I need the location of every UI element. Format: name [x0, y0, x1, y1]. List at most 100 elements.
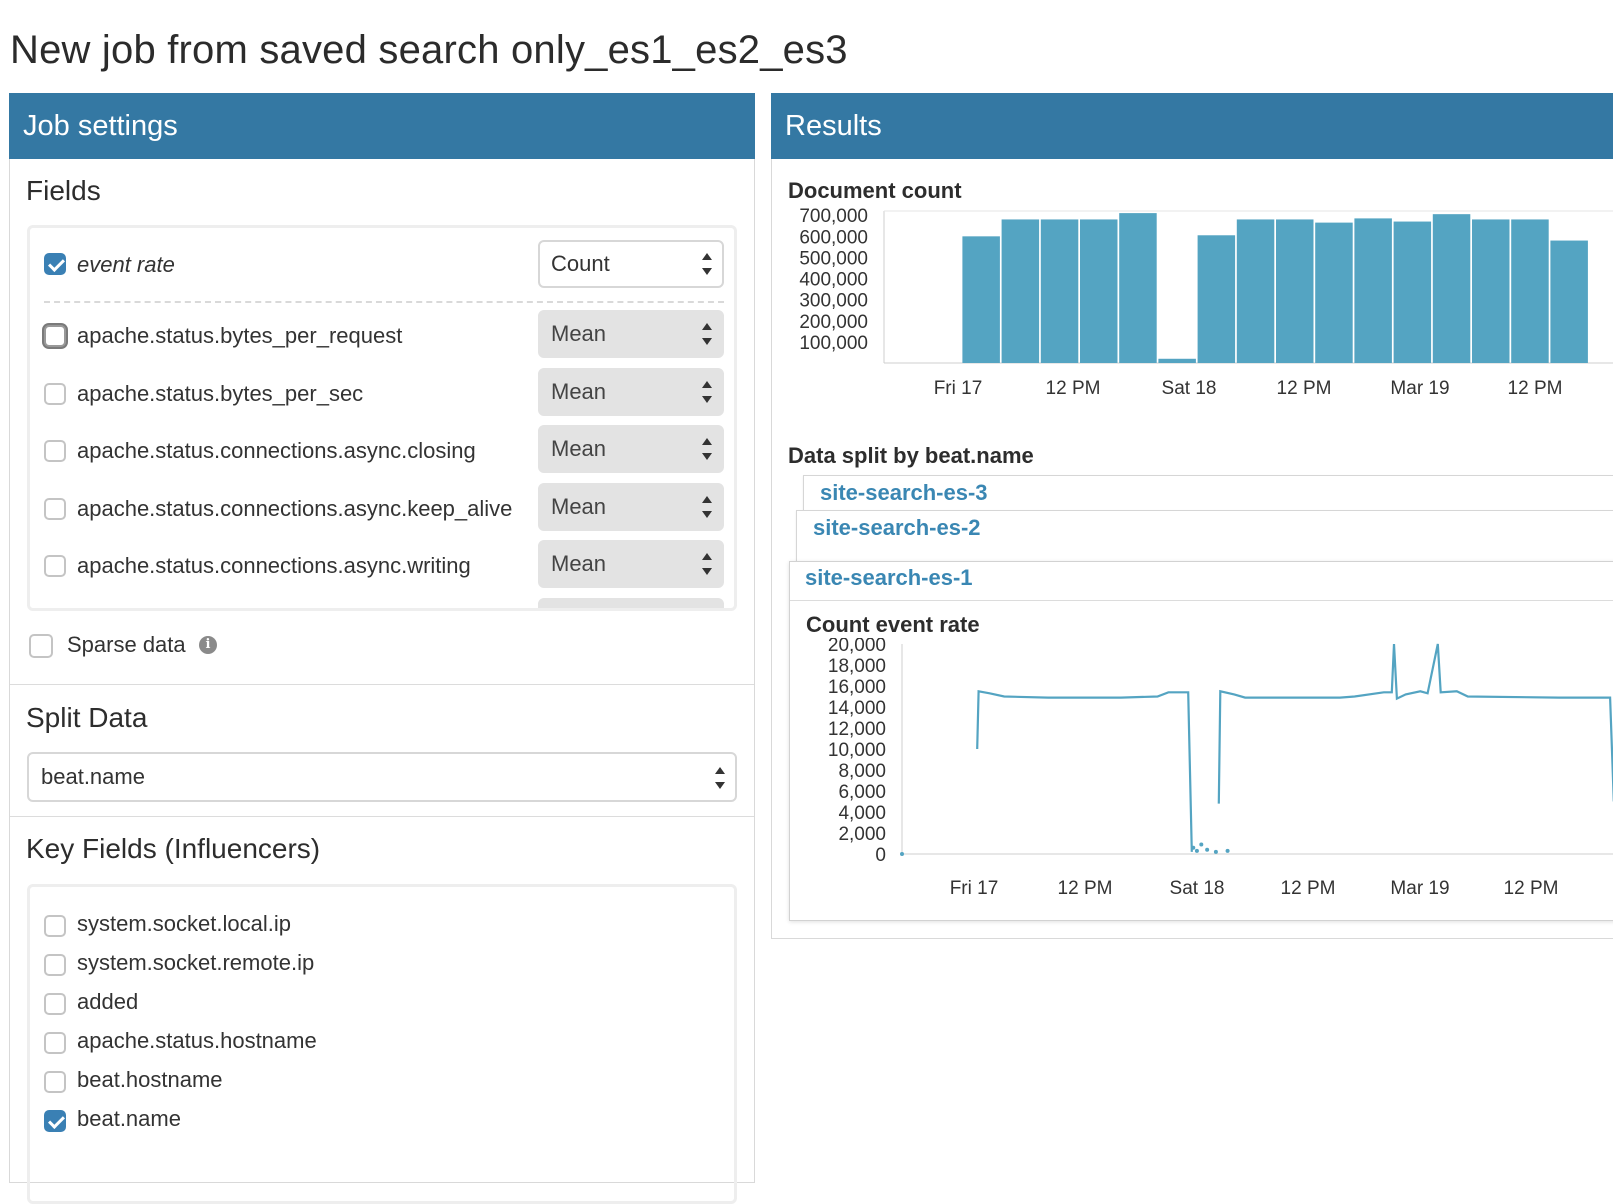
- bar: [1001, 219, 1040, 363]
- influencer-checkbox[interactable]: [44, 954, 66, 976]
- select-value: Mean: [551, 551, 607, 576]
- bar: [1197, 235, 1236, 363]
- influencer-checkbox[interactable]: [44, 993, 66, 1015]
- field-label: apache.status.connections.async.keep_ali…: [77, 496, 513, 521]
- influencer-row: beat.name: [44, 1106, 704, 1136]
- series-line: [1217, 643, 1613, 804]
- bar: [1354, 218, 1392, 363]
- async-closing-checkbox[interactable]: [44, 440, 66, 462]
- event-rate-checkbox[interactable]: [44, 253, 66, 275]
- event-rate-function-select[interactable]: Count: [538, 240, 724, 288]
- x-tick-label: 12 PM: [1281, 878, 1336, 899]
- data-point: [1194, 848, 1199, 853]
- y-tick-label: 14,000: [828, 698, 886, 719]
- y-tick-label: 8,000: [838, 761, 886, 782]
- split-card-es-1: site-search-es-1 Count event rate 20,000…: [789, 561, 1613, 921]
- y-tick-label: 18,000: [828, 656, 886, 677]
- document-count-title: Document count: [788, 178, 962, 203]
- select-arrows-icon: [702, 552, 712, 576]
- influencer-label: added: [77, 989, 139, 1014]
- async-closing-function-select[interactable]: Mean: [538, 425, 724, 473]
- fields-separator: [44, 301, 724, 303]
- bar: [1276, 219, 1314, 363]
- bytes-per-sec-function-select[interactable]: Mean: [538, 368, 724, 416]
- results-header: Results: [771, 93, 1613, 159]
- split-data-title: Split Data: [26, 702, 148, 733]
- influencer-label: apache.status.hostname: [77, 1028, 317, 1053]
- field-row: apache.status.connections.async.keep_ali…: [44, 483, 724, 533]
- influencer-checkbox[interactable]: [44, 1110, 66, 1132]
- split-tab-label: site-search-es-2: [813, 515, 981, 540]
- sparse-data-row: Sparse data i: [29, 632, 329, 662]
- bytes-per-request-function-select[interactable]: Mean: [538, 310, 724, 358]
- data-split-title: Data split by beat.name: [788, 443, 1034, 468]
- field-row-event-rate: event rate Count: [44, 240, 724, 290]
- async-keep-alive-function-select[interactable]: Mean: [538, 483, 724, 531]
- y-tick-label: 4,000: [838, 803, 886, 824]
- job-settings-header: Job settings: [9, 93, 755, 159]
- field-row: apache.status.bytes_per_sec Mean: [44, 368, 724, 418]
- sparse-data-checkbox[interactable]: [29, 634, 53, 658]
- x-tick-label: 12 PM: [1058, 878, 1113, 899]
- influencer-row: system.socket.remote.ip: [44, 950, 704, 980]
- influencers-list[interactable]: system.socket.local.ip system.socket.rem…: [27, 884, 737, 1204]
- data-point: [1199, 842, 1204, 847]
- info-icon[interactable]: i: [199, 636, 217, 654]
- fields-list[interactable]: event rate Count apache.status.bytes_per…: [27, 225, 737, 611]
- split-field-select[interactable]: beat.name: [27, 752, 737, 802]
- bar: [1080, 219, 1118, 363]
- influencers-title: Key Fields (Influencers): [26, 833, 321, 864]
- field-label: apache.status.bytes_per_sec: [77, 381, 364, 406]
- page-title: New job from saved search only_es1_es2_e…: [10, 28, 848, 72]
- bar: [1158, 358, 1196, 363]
- y-tick-label: 500,000: [799, 248, 868, 269]
- select-value: Count: [551, 251, 610, 276]
- bar: [1119, 213, 1157, 363]
- x-tick-label: 12 PM: [1508, 378, 1563, 399]
- count-event-rate-title: Count event rate: [806, 612, 980, 637]
- field-label: apache.status.connections.async.writing: [77, 553, 471, 578]
- clipped-function-select[interactable]: [538, 598, 724, 608]
- x-tick-label: Fri 17: [950, 878, 999, 899]
- field-label: apache.status.bytes_per_request: [77, 323, 403, 348]
- data-point: [1205, 847, 1210, 852]
- document-count-chart: 700,000600,000500,000400,000300,000200,0…: [799, 206, 1613, 399]
- section-divider: [10, 684, 754, 685]
- select-value: Mean: [551, 494, 607, 519]
- x-tick-label: 12 PM: [1277, 378, 1332, 399]
- y-tick-label: 12,000: [828, 719, 886, 740]
- bytes-per-request-checkbox[interactable]: [44, 325, 66, 347]
- influencer-checkbox[interactable]: [44, 1032, 66, 1054]
- select-arrows-icon: [702, 437, 712, 461]
- field-row: apache.status.bytes_per_request Mean: [44, 310, 724, 360]
- field-label: apache.status.connections.async.closing: [77, 438, 476, 463]
- bar: [1393, 221, 1432, 363]
- bar: [1040, 219, 1079, 363]
- influencer-checkbox[interactable]: [44, 915, 66, 937]
- series-line: [976, 689, 1193, 852]
- section-divider: [10, 816, 754, 817]
- y-tick-label: 600,000: [799, 227, 868, 248]
- select-value: beat.name: [41, 764, 145, 789]
- y-tick-label: 6,000: [838, 782, 886, 803]
- async-writing-checkbox[interactable]: [44, 555, 66, 577]
- data-point: [1225, 848, 1230, 853]
- select-value: Mean: [551, 436, 607, 461]
- split-tab-es-2[interactable]: site-search-es-2: [796, 510, 1613, 566]
- async-writing-function-select[interactable]: Mean: [538, 540, 724, 588]
- y-tick-label: 200,000: [799, 312, 868, 333]
- split-card-header[interactable]: site-search-es-1: [790, 562, 1613, 601]
- field-label: event rate: [77, 252, 175, 277]
- bar: [1432, 214, 1471, 363]
- influencer-checkbox[interactable]: [44, 1071, 66, 1093]
- bytes-per-sec-checkbox[interactable]: [44, 383, 66, 405]
- x-tick-label: Mar 19: [1390, 378, 1449, 399]
- y-tick-label: 10,000: [828, 740, 886, 761]
- bar: [1472, 219, 1510, 363]
- bar: [1315, 222, 1353, 363]
- async-keep-alive-checkbox[interactable]: [44, 498, 66, 520]
- bar: [1511, 219, 1549, 363]
- select-arrows-icon: [702, 252, 712, 276]
- data-point: [1213, 849, 1218, 854]
- data-point: [1191, 845, 1196, 850]
